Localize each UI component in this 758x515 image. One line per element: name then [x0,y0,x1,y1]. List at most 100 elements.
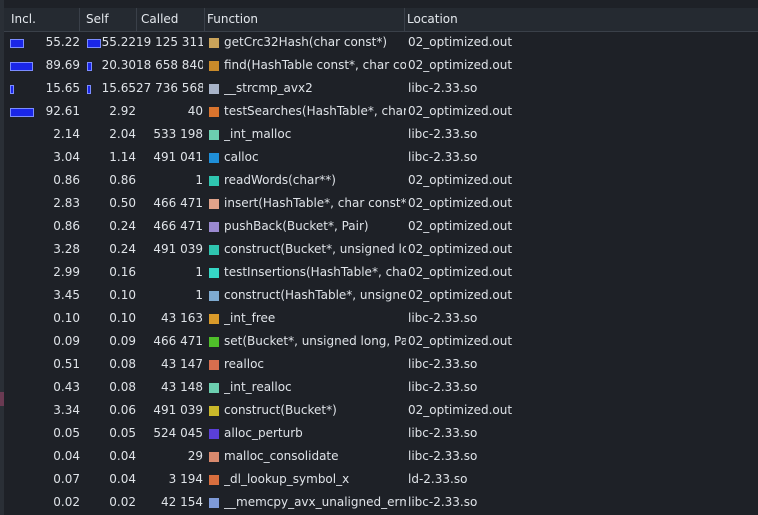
column-divider[interactable] [136,8,137,31]
incl-value: 3.34 [53,403,80,417]
function-name: set(Bucket*, unsigned long, Pair) [224,334,406,348]
self-value: 2.04 [109,127,136,141]
table-row[interactable]: 0.86 0.24 466 471 pushBack(Bucket*, Pair) 02… [4,215,758,238]
table-row[interactable]: 3.04 1.14 491 041 calloc libc-2.33.so [4,146,758,169]
incl-value: 0.43 [53,380,80,394]
column-divider[interactable] [404,8,405,31]
function-color-swatch [209,268,219,278]
function-color-swatch [209,498,219,508]
function-color-swatch [209,245,219,255]
table-row[interactable]: 2.14 2.04 533 198 _int_malloc libc-2.33.so [4,123,758,146]
incl-value: 0.10 [53,311,80,325]
location: libc-2.33.so [408,357,478,371]
table-row[interactable]: 2.99 0.16 1 testInsertions(HashTable*, char… [4,261,758,284]
function-color-swatch [209,38,219,48]
location: 02_optimized.out [408,403,513,417]
location: libc-2.33.so [408,311,478,325]
incl-value: 2.99 [53,265,80,279]
function-color-swatch [209,199,219,209]
called-count: 43 148 [161,380,203,394]
called-count: 491 041 [153,150,203,164]
table-row[interactable]: 55.22 55.22 19 125 311 getCrc32Hash(char co… [4,31,758,54]
column-divider[interactable] [204,8,205,31]
location: 02_optimized.out [408,242,513,256]
location: 02_optimized.out [408,196,513,210]
table-row[interactable]: 0.86 0.86 1 readWords(char**) 02_optimized.o… [4,169,758,192]
column-header-called[interactable]: Called [141,8,178,31]
table-row[interactable]: 0.07 0.04 3 194 _dl_lookup_symbol_x ld-2.33.… [4,468,758,491]
column-header-self[interactable]: Self [86,8,109,31]
incl-value: 0.09 [53,334,80,348]
function-color-swatch [209,360,219,370]
self-value: 0.24 [109,242,136,256]
function-name: construct(Bucket*) [224,403,337,417]
self-value: 0.08 [109,380,136,394]
table-row[interactable]: 0.10 0.10 43 163 _int_free libc-2.33.so [4,307,758,330]
table-row[interactable]: 2.83 0.50 466 471 insert(HashTable*, char c… [4,192,758,215]
self-value: 0.24 [109,219,136,233]
incl-value: 55.22 [45,35,80,49]
table-row[interactable]: 0.09 0.09 466 471 set(Bucket*, unsigned lon… [4,330,758,353]
column-divider[interactable] [79,8,80,31]
self-value: 0.05 [109,426,136,440]
location: ld-2.33.so [408,472,468,486]
called-count: 3 194 [168,472,203,486]
function-color-swatch [209,84,219,94]
location: libc-2.33.so [408,426,478,440]
self-value: 0.50 [109,196,136,210]
incl-value: 0.86 [53,219,80,233]
function-name: _int_malloc [224,127,292,141]
location: libc-2.33.so [408,150,478,164]
table-row[interactable]: 15.65 15.65 27 736 568 __strcmp_avx2 libc-2.… [4,77,758,100]
column-header-function[interactable]: Function [207,8,258,31]
self-value: 55.22 [101,35,136,49]
function-color-swatch [209,452,219,462]
function-color-swatch [209,107,219,117]
table-row[interactable]: 0.43 0.08 43 148 _int_realloc libc-2.33.so [4,376,758,399]
table-row[interactable]: 0.51 0.08 43 147 realloc libc-2.33.so [4,353,758,376]
incl-value: 3.45 [53,288,80,302]
function-name: testSearches(HashTable*, char ... [224,104,406,118]
called-count: 43 147 [161,357,203,371]
function-color-swatch [209,314,219,324]
location: 02_optimized.out [408,35,513,49]
table-row[interactable]: 3.34 0.06 491 039 construct(Bucket*) 02_opti… [4,399,758,422]
called-count: 19 125 311 [136,35,203,49]
called-count: 524 045 [153,426,203,440]
table-row[interactable]: 0.05 0.05 524 045 alloc_perturb libc-2.33.so [4,422,758,445]
called-count: 29 [187,449,203,463]
location: libc-2.33.so [408,449,478,463]
column-header-location[interactable]: Location [407,8,458,31]
called-count: 43 163 [161,311,203,325]
function-name: alloc_perturb [224,426,303,440]
function-color-swatch [209,429,219,439]
table-header: Incl. Self Called Function Location [4,8,758,32]
self-value: 0.04 [109,449,136,463]
table-row[interactable]: 89.69 20.30 18 658 840 find(HashTable const… [4,54,758,77]
self-value: 0.86 [109,173,136,187]
function-name: __memcpy_avx_unaligned_erms [224,495,406,509]
incl-value: 0.07 [53,472,80,486]
function-name: malloc_consolidate [224,449,339,463]
function-color-swatch [209,222,219,232]
called-count: 1 [195,173,203,187]
profile-table-body: 55.22 55.22 19 125 311 getCrc32Hash(char co… [4,31,758,514]
table-row[interactable]: 0.02 0.02 42 154 __memcpy_avx_unaligned_erm… [4,491,758,514]
function-name: _int_free [224,311,276,325]
table-row[interactable]: 0.04 0.04 29 malloc_consolidate libc-2.33.so [4,445,758,468]
table-row[interactable]: 3.28 0.24 491 039 construct(Bucket*, unsign… [4,238,758,261]
function-color-swatch [209,176,219,186]
called-count: 27 736 568 [136,81,203,95]
incl-value: 3.28 [53,242,80,256]
function-name: construct(Bucket*, unsigned long) [224,242,406,256]
table-row[interactable]: 3.45 0.10 1 construct(HashTable*, unsigne..… [4,284,758,307]
incl-value: 0.02 [53,495,80,509]
function-name: pushBack(Bucket*, Pair) [224,219,369,233]
table-row[interactable]: 92.61 2.92 40 testSearches(HashTable*, char… [4,100,758,123]
self-value: 0.04 [109,472,136,486]
location: libc-2.33.so [408,495,478,509]
function-color-swatch [209,291,219,301]
incl-value: 3.04 [53,150,80,164]
column-header-incl[interactable]: Incl. [11,8,36,31]
called-count: 491 039 [153,242,203,256]
